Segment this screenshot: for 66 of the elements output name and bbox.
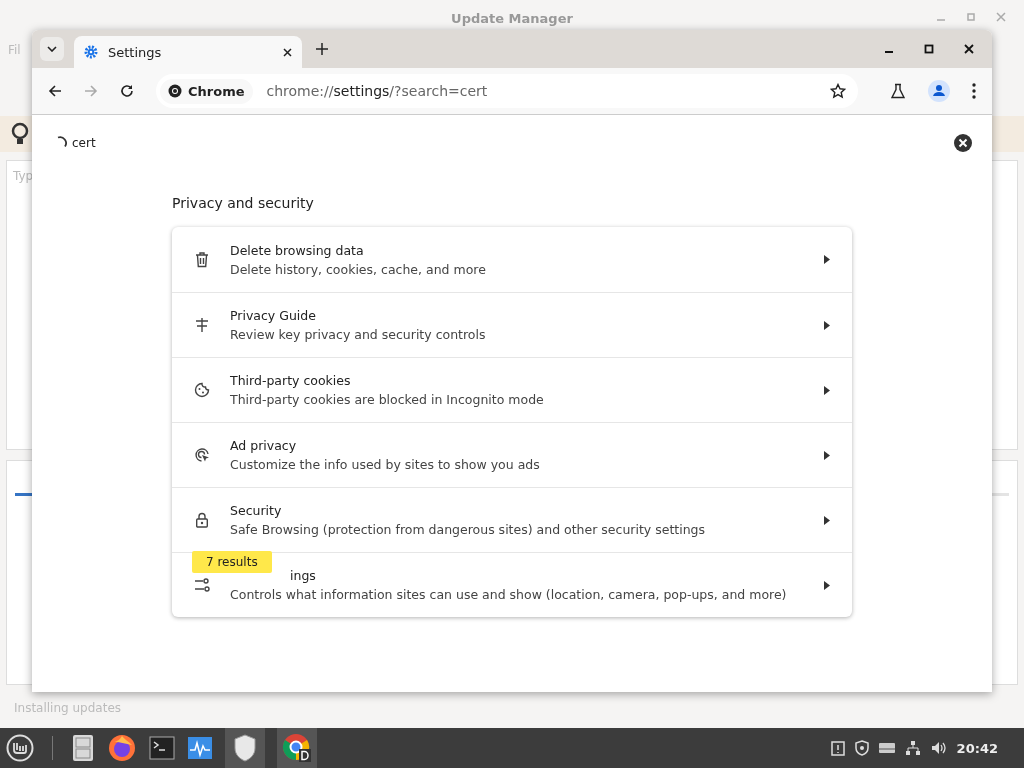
site-chip[interactable]: Chrome xyxy=(160,78,253,104)
arrow-icon xyxy=(824,450,830,460)
settings-row[interactable]: Delete browsing data Delete history, cookies, cache, and more xyxy=(172,227,852,292)
maximize-icon[interactable] xyxy=(924,44,934,54)
row-subtitle: Customize the info used by sites to show you ads xyxy=(230,457,541,472)
row-title: Privacy Guide xyxy=(230,308,317,323)
new-tab-icon[interactable] xyxy=(316,43,328,55)
results-bubble: 7 results xyxy=(192,551,272,573)
tab-search-button[interactable] xyxy=(40,37,64,61)
row-subtitle: Safe Browsing (protection from dangerous sites) and other security settings xyxy=(230,522,707,537)
settings-row[interactable]: Privacy Guide Review key privacy and security controls xyxy=(172,292,852,357)
shield-icon[interactable] xyxy=(233,734,257,762)
row-subtitle: Delete history, cookies, cache, and more xyxy=(230,261,487,277)
close-icon[interactable] xyxy=(964,44,974,54)
clipboard-icon[interactable] xyxy=(830,740,845,756)
chrome-icon[interactable] xyxy=(282,733,312,763)
system-monitor-icon[interactable] xyxy=(187,736,213,760)
field-text: Typ xyxy=(13,169,34,183)
lightbulb-icon xyxy=(10,122,30,146)
arrow-icon xyxy=(824,385,830,395)
caret-icon xyxy=(47,46,57,52)
reload-icon[interactable] xyxy=(120,84,134,98)
row-title: Delete browsing data xyxy=(230,242,365,258)
cursor-target-icon xyxy=(194,447,210,463)
cookie-icon xyxy=(194,382,210,398)
row-title: Third-party cookies xyxy=(230,373,352,388)
back-icon[interactable] xyxy=(48,84,62,98)
arrow-icon xyxy=(824,515,830,525)
window-title: Update Manager xyxy=(451,10,573,26)
row-title: ings xyxy=(289,568,317,583)
row-title: Security xyxy=(230,503,283,518)
menu-icon[interactable] xyxy=(972,83,976,99)
signpost-icon xyxy=(194,317,210,333)
row-subtitle: Controls what information sites can use and show (location, camera, pop-ups, and more) xyxy=(230,587,788,602)
chrome-logo-icon xyxy=(168,84,182,98)
row-title: Ad privacy xyxy=(230,438,298,453)
settings-row[interactable]: Third-party cookies Third-party cookies are blocked in Incognito mode xyxy=(172,357,852,422)
browser-icon[interactable] xyxy=(107,733,137,763)
url-text: chrome://settings/?search=cert xyxy=(266,83,489,99)
clock[interactable]: 20:42 xyxy=(956,740,998,756)
close-icon[interactable] xyxy=(283,47,292,57)
file-cabinet-icon[interactable] xyxy=(71,734,95,762)
row-subtitle: Review key privacy and security controls xyxy=(230,327,487,342)
section-title: Privacy and security xyxy=(172,195,315,211)
settings-icon xyxy=(84,45,98,59)
flask-icon[interactable] xyxy=(890,83,906,99)
menu-logo-icon[interactable] xyxy=(6,734,34,762)
arrow-icon xyxy=(824,580,830,590)
terminal-icon[interactable] xyxy=(149,736,175,760)
volume-icon[interactable] xyxy=(930,741,947,755)
profile-icon[interactable] xyxy=(928,80,950,102)
sliders-icon xyxy=(194,577,210,593)
lock-icon xyxy=(194,512,210,528)
star-icon[interactable] xyxy=(830,83,846,99)
drive-icon[interactable] xyxy=(878,742,895,754)
spinner-icon xyxy=(56,136,68,150)
network-icon[interactable] xyxy=(904,740,921,756)
arrow-icon xyxy=(824,255,830,264)
browser-tab[interactable]: Settings xyxy=(74,36,302,68)
status-text: Installing updates xyxy=(14,701,122,715)
trash-icon xyxy=(194,251,210,268)
clear-icon[interactable] xyxy=(954,134,972,152)
address-bar[interactable]: Chrome chrome://settings/?search=cert xyxy=(156,74,858,108)
arrow-icon xyxy=(824,320,830,330)
row-subtitle: Third-party cookies are blocked in Incognito mode xyxy=(230,392,545,407)
settings-row[interactable]: Ad privacy Customize the info used by sites to show you ads xyxy=(172,422,852,487)
